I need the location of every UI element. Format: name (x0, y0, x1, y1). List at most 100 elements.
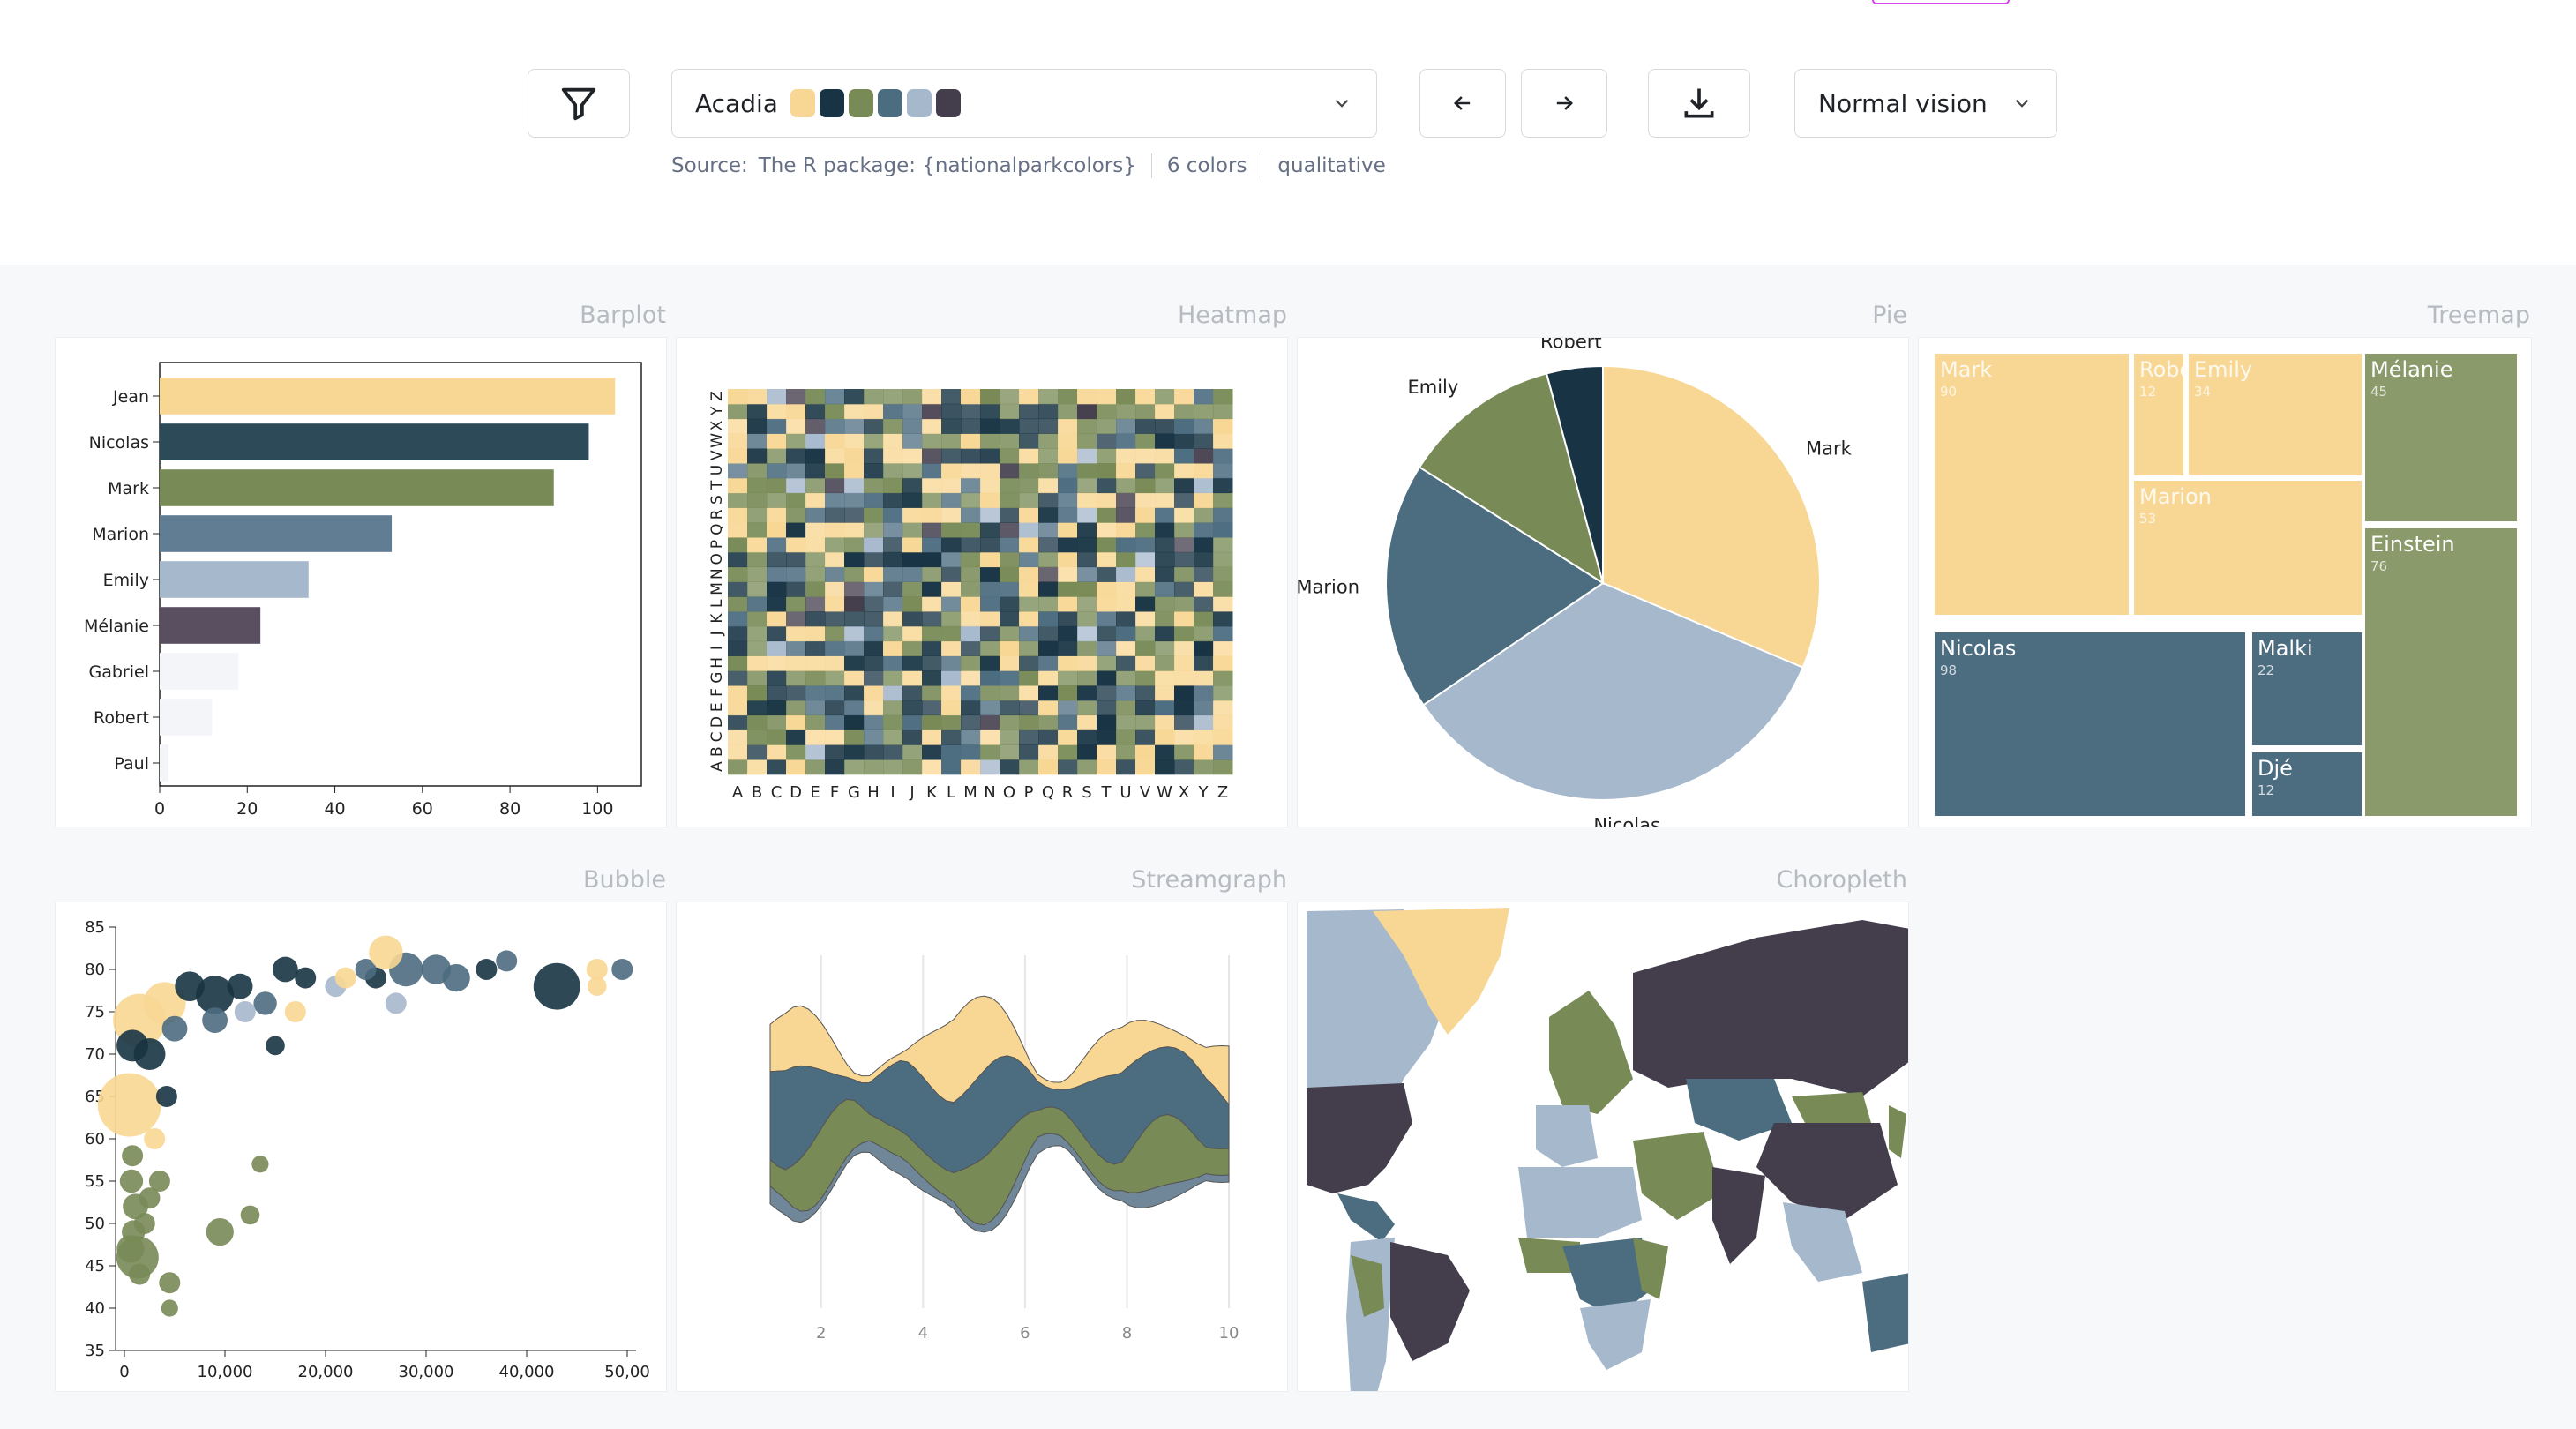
heatmap-cell (941, 596, 962, 612)
heatmap-cell (902, 566, 923, 582)
heatmap-cell (902, 596, 923, 612)
y-tick-label: 60 (85, 1130, 105, 1148)
bubble-point (206, 1218, 234, 1246)
heatmap-cell (1194, 611, 1214, 627)
heatmap-cell (883, 611, 903, 627)
heatmap-cell (1077, 448, 1097, 464)
heatmap-cell (728, 551, 748, 568)
heatmap-cell (864, 581, 884, 597)
source-link[interactable]: The R package: {nationalparkcolors} (759, 154, 1136, 177)
heatmap-cell (844, 389, 865, 405)
heatmap-cell (922, 685, 942, 701)
heatmap-cell (825, 418, 845, 434)
heatmap-cell (1116, 729, 1136, 745)
heatmap-cell (902, 418, 923, 434)
heatmap-cell (1174, 403, 1194, 420)
heatmap-cell (1194, 433, 1214, 449)
vision-select[interactable]: Normal vision (1794, 69, 2057, 138)
choropleth-card[interactable] (1297, 902, 1909, 1392)
heatmap-cell (1038, 477, 1059, 494)
heatmap-cell (747, 537, 768, 553)
heatmap-cell (844, 714, 865, 730)
bubble-point (161, 1015, 188, 1042)
streamgraph-card[interactable]: 2 4 6 8 10 (676, 902, 1288, 1392)
palette-select[interactable]: Acadia (671, 69, 1377, 138)
heatmap-cell (941, 625, 962, 642)
heatmap-cell (805, 640, 826, 656)
heatmap-cell (883, 463, 903, 479)
heatmap-cell (941, 448, 962, 464)
bubble-point (159, 1272, 181, 1294)
heatmap-cell (883, 551, 903, 568)
heatmap-cell (1135, 507, 1156, 523)
heatmap-cell (1038, 581, 1059, 597)
heatmap-cell (1174, 625, 1194, 642)
heatmap-cell (805, 581, 826, 597)
bubble-point (611, 959, 633, 980)
heatmap-cell (786, 433, 806, 449)
pie-card[interactable]: Mark Nicolas Marion Emily Robert (1297, 337, 1909, 827)
heatmap-cell (728, 596, 748, 612)
heatmap-cell (1077, 389, 1097, 405)
heatmap-cell (805, 403, 826, 420)
heatmap-cell (728, 477, 748, 494)
heatmap-cell (980, 670, 1000, 686)
y-tick-label: Robert (94, 708, 149, 728)
heatmap-cell (1213, 685, 1233, 701)
heatmap-cell (883, 566, 903, 582)
barplot-card[interactable]: Jean Nicolas Mark Marion Emily Mélanie Gabriel… (55, 337, 667, 827)
top-highlight-tab[interactable] (1872, 0, 2010, 4)
x-tick-label: 6 (1020, 1324, 1030, 1343)
x-tick-label: 100 (581, 799, 613, 819)
heatmap-cell (961, 492, 981, 508)
heatmap-cell (1155, 670, 1175, 686)
heatmap-cell (1155, 759, 1175, 775)
x-tick-label: B (752, 783, 762, 802)
heatmap-cell (1038, 433, 1059, 449)
x-tick-label: T (1101, 783, 1112, 802)
treemap-cell-value: 34 (2194, 384, 2211, 400)
heatmap-cell (825, 537, 845, 553)
heatmap-cell (1213, 477, 1233, 494)
y-tick-label: P (708, 540, 726, 549)
heatmap-cell (767, 537, 787, 553)
x-tick-label: S (1082, 783, 1091, 802)
heatmap-cell (1116, 744, 1136, 760)
bubble-point (442, 964, 470, 992)
heatmap-cell (747, 655, 768, 671)
treemap-cell-label: Einstein (2370, 532, 2455, 557)
heatmap-cell (1194, 625, 1214, 642)
download-button[interactable] (1648, 69, 1750, 138)
heatmap-cell (1077, 492, 1097, 508)
heatmap-cell (1116, 477, 1136, 494)
heatmap-cell (805, 537, 826, 553)
pie-label: Marion (1298, 577, 1359, 598)
heatmap-cell (1116, 566, 1136, 582)
heatmap-cell (941, 537, 962, 553)
heatmap-cell (1019, 522, 1039, 538)
heatmap-cell (961, 714, 981, 730)
heatmap-cell (1213, 744, 1233, 760)
heatmap-cell (1174, 507, 1194, 523)
heatmap-cell (1058, 477, 1078, 494)
heatmap-cell (941, 522, 962, 538)
heatmap-cell (902, 729, 923, 745)
heatmap-cell (883, 433, 903, 449)
heatmap-cell (1174, 714, 1194, 730)
heatmap-cell (825, 492, 845, 508)
heatmap-cell (883, 581, 903, 597)
heatmap-cell (864, 714, 884, 730)
treemap-card[interactable]: Mark 90 Robe 12 Emily 34 Marion 53 Nicolas 98 Malk… (1918, 337, 2532, 827)
heatmap-cell (1019, 566, 1039, 582)
previous-palette-button[interactable] (1419, 69, 1506, 138)
heatmap-cell (1155, 433, 1175, 449)
bubble-card[interactable]: 35 40 45 50 55 60 65 70 75 80 85 0 10,000 20,000 30,00… (55, 902, 667, 1392)
heatmap-cell (844, 759, 865, 775)
heatmap-card[interactable]: ABCDEFGHIJKLMNOPQRSTUVWXYZABCDEFGHIJKLMN… (676, 337, 1288, 827)
heatmap-cell (961, 759, 981, 775)
heatmap-cell (941, 744, 962, 760)
next-palette-button[interactable] (1521, 69, 1607, 138)
heatmap-cell (825, 389, 845, 405)
heatmap-cell (747, 403, 768, 420)
filter-button[interactable] (528, 69, 630, 138)
